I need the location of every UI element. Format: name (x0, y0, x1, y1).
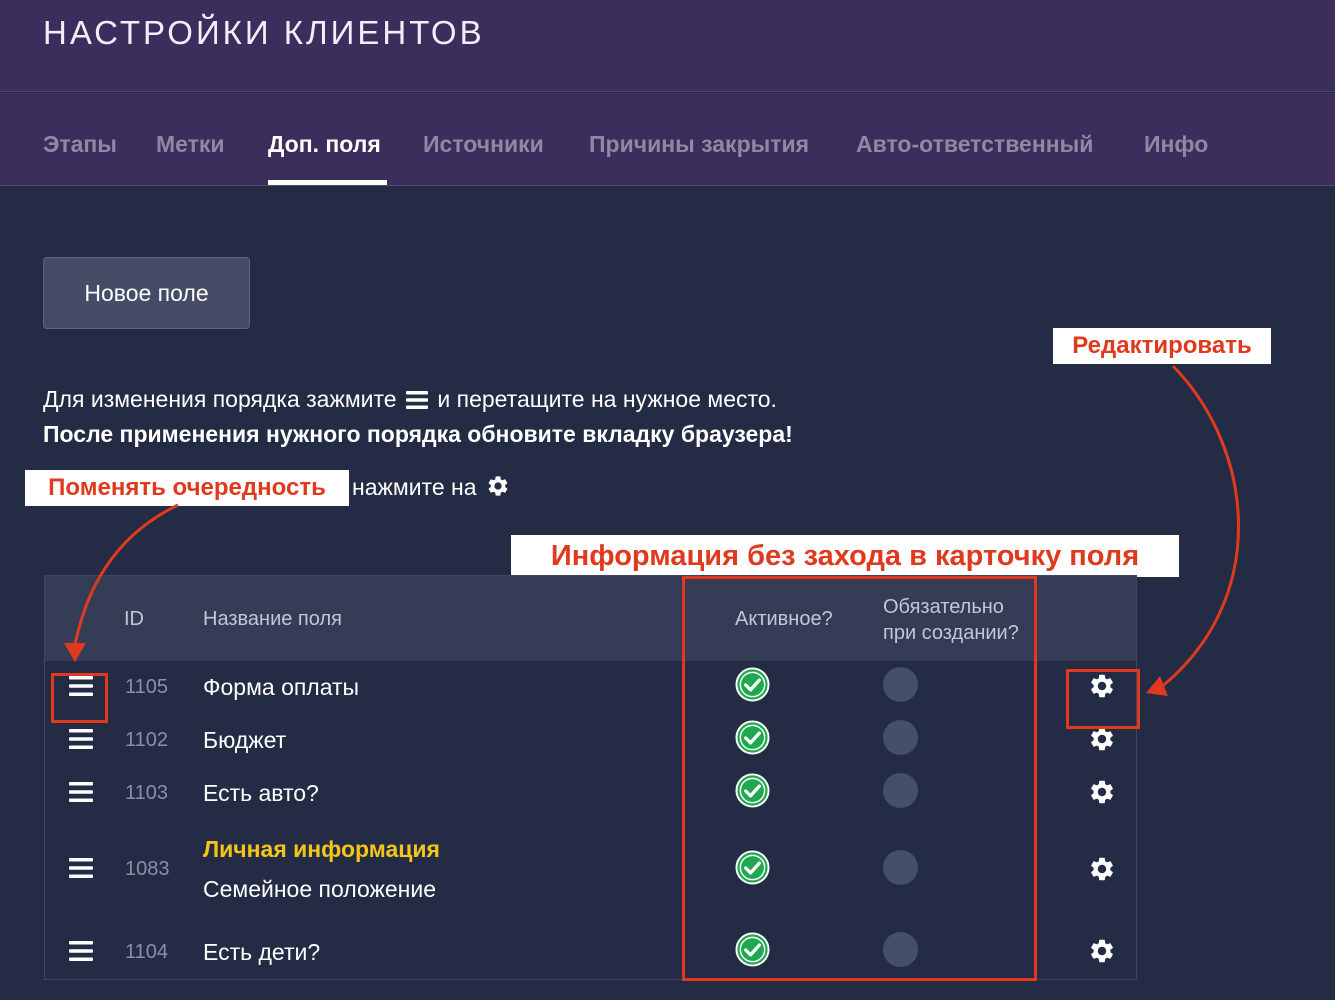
tab-stages[interactable]: Этапы (43, 131, 117, 158)
gear-icon (486, 474, 510, 504)
edit-callout: Редактировать (1053, 328, 1271, 364)
hamburger-icon (405, 389, 428, 416)
field-id: 1103 (125, 782, 169, 804)
reorder-callout: Поменять очередность (25, 470, 349, 506)
tabs-bar: Этапы Метки Доп. поля Источники Причины … (0, 93, 1335, 186)
tab-extra-fields[interactable]: Доп. поля (268, 131, 381, 158)
tab-auto-responsible[interactable]: Авто-ответственный (856, 131, 1093, 158)
edit-hint-text: нажмите на (352, 474, 477, 500)
info-columns-highlight (682, 576, 1037, 981)
drag-handle-icon[interactable] (69, 728, 93, 755)
field-id: 1102 (125, 729, 169, 751)
drag-handle-icon[interactable] (69, 857, 93, 884)
header-id: ID (124, 608, 144, 630)
edit-hint: нажмите на (352, 474, 513, 504)
field-id: 1105 (125, 676, 169, 698)
field-name: Есть дети? (203, 939, 321, 965)
gear-icon[interactable] (1088, 725, 1116, 758)
field-name: Форма оплаты (203, 674, 360, 700)
gear-icon[interactable] (1088, 937, 1116, 970)
drag-handle-highlight (51, 673, 108, 723)
refresh-hint: После применения нужного порядка обновит… (43, 421, 793, 447)
new-field-button[interactable]: Новое поле (43, 257, 250, 329)
gear-icon[interactable] (1088, 855, 1116, 888)
field-id: 1083 (125, 858, 170, 880)
tab-tags[interactable]: Метки (156, 131, 225, 158)
tab-info[interactable]: Инфо (1144, 131, 1208, 158)
reorder-hint: Для изменения порядка зажмите и перетащи… (43, 386, 777, 416)
reorder-hint-text-start: Для изменения порядка зажмите (43, 386, 397, 412)
tab-close-reasons[interactable]: Причины закрытия (589, 131, 809, 158)
field-name: Бюджет (203, 727, 287, 753)
header-bar: НАСТРОЙКИ КЛИЕНТОВ (0, 0, 1335, 92)
active-tab-indicator (268, 180, 387, 185)
info-callout: Информация без захода в карточку поля (511, 535, 1179, 577)
tab-sources[interactable]: Источники (423, 131, 544, 158)
drag-handle-icon[interactable] (69, 940, 93, 967)
field-group-label: Личная информация (203, 836, 440, 862)
edit-button-highlight (1066, 669, 1140, 729)
reorder-hint-text-end: и перетащите на нужное место. (437, 386, 777, 412)
page-title: НАСТРОЙКИ КЛИЕНТОВ (43, 14, 485, 51)
header-name: Название поля (203, 608, 342, 630)
field-name: Есть авто? (203, 780, 319, 806)
field-name: Семейное положение (203, 876, 436, 902)
gear-icon[interactable] (1088, 778, 1116, 811)
field-id: 1104 (125, 941, 169, 963)
drag-handle-icon[interactable] (69, 781, 93, 808)
